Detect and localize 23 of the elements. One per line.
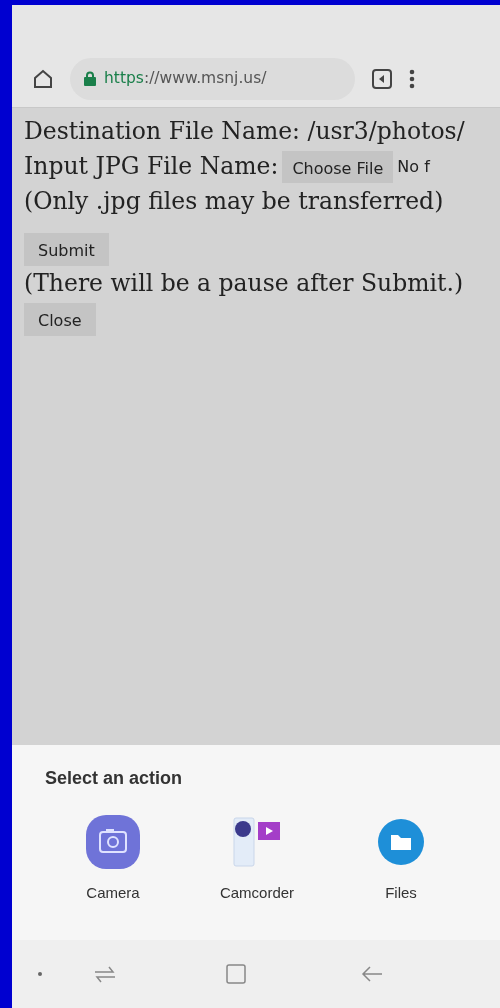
recent-apps-icon[interactable] bbox=[94, 965, 116, 983]
tab-switcher-icon[interactable] bbox=[371, 67, 393, 90]
submit-button[interactable]: Submit bbox=[24, 233, 109, 266]
camera-icon bbox=[86, 815, 140, 869]
pause-note: (There will be a pause after Submit.) bbox=[24, 268, 465, 299]
action-item[interactable]: Files bbox=[338, 814, 464, 905]
action-item[interactable]: Camcorder bbox=[194, 814, 320, 905]
menu-icon[interactable] bbox=[409, 67, 415, 90]
url-text: https://www.msnj.us/ bbox=[104, 67, 267, 89]
destination-text: Destination File Name: /usr3/photos/ bbox=[24, 116, 466, 147]
input-label: Input JPG File Name: bbox=[24, 151, 279, 182]
choose-file-button[interactable]: Choose File bbox=[282, 150, 394, 183]
note-text: (Only .jpg files may be transferred) bbox=[24, 186, 445, 217]
close-button[interactable]: Close bbox=[24, 303, 96, 336]
folder-icon bbox=[378, 819, 424, 865]
action-item[interactable]: Camera bbox=[50, 814, 176, 905]
dot-icon[interactable] bbox=[38, 972, 42, 976]
address-bar[interactable]: https://www.msnj.us/ bbox=[70, 57, 355, 100]
file-status: No f bbox=[397, 156, 430, 178]
home-icon[interactable] bbox=[32, 67, 54, 90]
home-button-icon[interactable] bbox=[226, 964, 246, 984]
back-icon[interactable] bbox=[361, 965, 383, 983]
sheet-title: Select an action bbox=[44, 767, 184, 790]
